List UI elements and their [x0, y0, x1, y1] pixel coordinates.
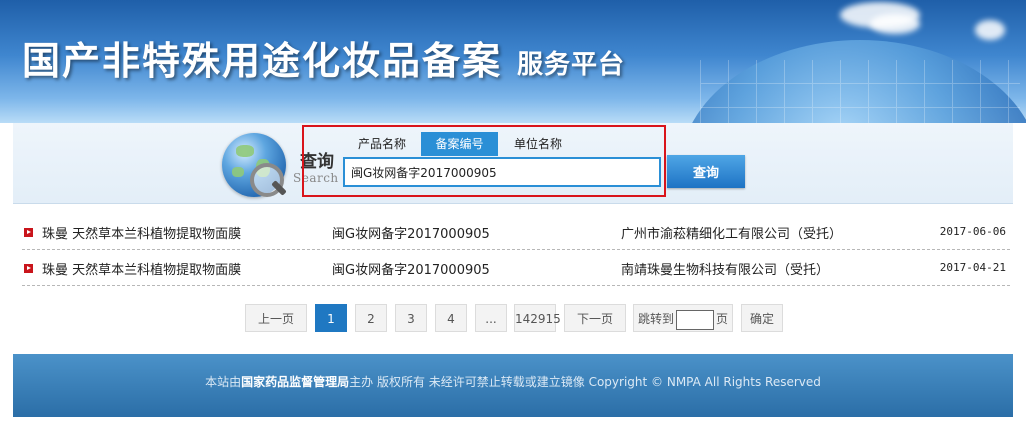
footer-suffix: 主办 版权所有 未经许可禁止转载或建立镜像 Copyright © NMPA A…	[349, 375, 821, 389]
cloud-graphic	[975, 20, 1005, 40]
next-page-button[interactable]: 下一页	[564, 304, 626, 332]
company-name: 广州市渝菘精细化工有限公司（受托）	[621, 227, 843, 242]
site-subtitle: 服务平台	[517, 50, 626, 80]
footer-copyright: 本站由国家药品监督管理局主办 版权所有 未经许可禁止转载或建立镜像 Copyri…	[13, 373, 1013, 390]
footer: 本站由国家药品监督管理局主办 版权所有 未经许可禁止转载或建立镜像 Copyri…	[13, 354, 1013, 417]
jump-label: 跳转到	[637, 312, 674, 326]
product-name-link[interactable]: 珠曼 天然草本兰科植物提取物面膜	[42, 223, 241, 242]
header-banner: 国产非特殊用途化妆品备案 服务平台	[0, 0, 1026, 123]
footer-organization: 国家药品监督管理局	[241, 375, 350, 389]
pagination-ellipsis: ...	[475, 304, 507, 332]
registration-code: 闽G妆网备字2017000905	[332, 227, 490, 242]
footer-prefix: 本站由	[205, 375, 242, 389]
page-button-last[interactable]: 142915	[514, 304, 561, 332]
page-button-1[interactable]: 1	[315, 304, 347, 332]
record-date: 2017-04-21	[939, 261, 1006, 274]
search-input[interactable]	[343, 157, 661, 187]
arrow-bullet-icon	[24, 228, 33, 237]
jump-to-page: 跳转到 页	[633, 304, 733, 332]
registration-code: 闽G妆网备字2017000905	[332, 263, 490, 278]
page-button-4[interactable]: 4	[435, 304, 467, 332]
banner-grid-graphic	[700, 60, 1020, 123]
confirm-jump-button[interactable]: 确定	[741, 304, 783, 332]
jump-page-input[interactable]	[676, 309, 714, 330]
page-button-2[interactable]: 2	[355, 304, 387, 332]
company-name: 南靖珠曼生物科技有限公司（受托）	[621, 263, 830, 278]
tab-company-name[interactable]: 单位名称	[500, 132, 576, 156]
list-item[interactable]: 珠曼 天然草本兰科植物提取物面膜 闽G妆网备字2017000905 广州市渝菘精…	[22, 214, 1010, 250]
tab-product-name[interactable]: 产品名称	[345, 132, 419, 156]
tab-registration-number[interactable]: 备案编号	[421, 132, 498, 156]
page-unit-label: 页	[716, 312, 729, 326]
prev-page-button[interactable]: 上一页	[245, 304, 307, 332]
results-list: 珠曼 天然草本兰科植物提取物面膜 闽G妆网备字2017000905 广州市渝菘精…	[22, 214, 1010, 286]
page-button-3[interactable]: 3	[395, 304, 427, 332]
list-item[interactable]: 珠曼 天然草本兰科植物提取物面膜 闽G妆网备字2017000905 南靖珠曼生物…	[22, 250, 1010, 286]
cloud-graphic	[870, 14, 920, 34]
record-date: 2017-06-06	[939, 225, 1006, 238]
arrow-bullet-icon	[24, 264, 33, 273]
product-name-link[interactable]: 珠曼 天然草本兰科植物提取物面膜	[42, 259, 241, 278]
pagination: 上一页 1 2 3 4 ... 142915 下一页 跳转到 页 确定	[0, 304, 1026, 334]
search-button[interactable]: 查询	[667, 155, 745, 188]
site-title: 国产非特殊用途化妆品备案	[22, 38, 503, 83]
